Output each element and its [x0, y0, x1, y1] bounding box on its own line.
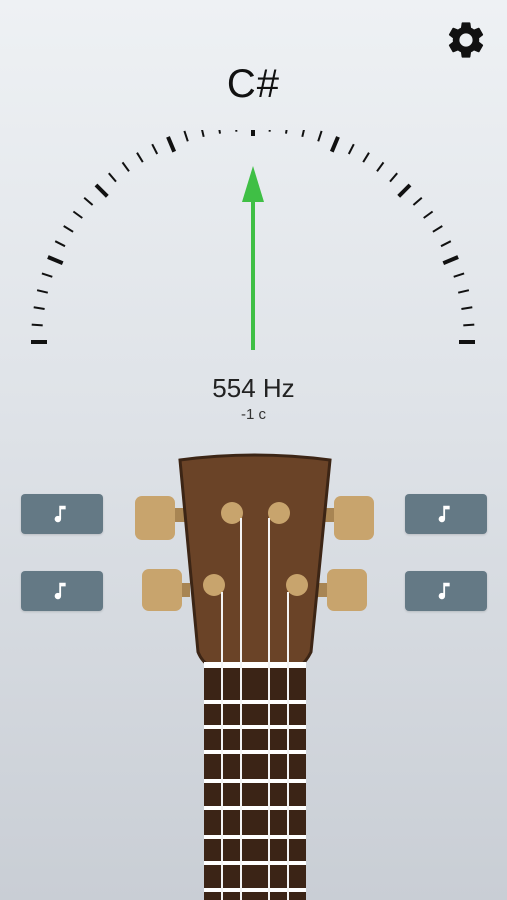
fret	[204, 835, 306, 839]
string-post	[221, 502, 243, 524]
gauge-minor-tick	[285, 130, 288, 134]
gauge-minor-tick	[31, 323, 43, 327]
fret	[204, 725, 306, 729]
gauge-minor-tick	[453, 272, 465, 278]
gauge-minor-tick	[461, 306, 473, 310]
note-name: C#	[226, 62, 281, 106]
tuning-peg-upper-left	[135, 496, 186, 540]
gauge-minor-tick	[440, 240, 452, 248]
tuning-peg-lower-left	[142, 569, 190, 611]
gauge-minor-tick	[151, 143, 159, 155]
gauge-minor-tick	[389, 172, 398, 183]
gauge-minor-tick	[457, 289, 470, 294]
gauge-minor-tick	[317, 130, 323, 142]
cents-readout: -1 c	[240, 406, 266, 423]
gauge-minor-tick	[108, 172, 117, 183]
gauge-major-tick	[166, 136, 177, 153]
gauge-minor-tick	[201, 130, 205, 138]
gauge-minor-tick	[301, 130, 305, 138]
gauge-minor-tick	[218, 130, 221, 134]
gear-icon	[448, 22, 484, 58]
gauge-minor-tick	[63, 225, 74, 233]
gauge-minor-tick	[136, 152, 144, 163]
gauge-minor-tick	[412, 197, 423, 206]
gauge-major-tick	[397, 183, 412, 198]
fret	[204, 806, 306, 810]
tuning-peg-upper-right	[322, 496, 374, 540]
tuning-peg-lower-right	[318, 569, 367, 611]
tuning-needle	[242, 166, 264, 350]
gauge-minor-tick	[376, 161, 385, 172]
gauge-minor-tick	[362, 152, 370, 163]
fret	[204, 779, 306, 783]
nut	[204, 662, 306, 668]
frequency-readout: 554 Hz	[212, 373, 295, 403]
gauge-major-tick	[329, 136, 340, 153]
gauge-minor-tick	[121, 161, 130, 172]
fret	[204, 888, 306, 892]
string-post	[268, 502, 290, 524]
gauge-minor-tick	[33, 306, 45, 310]
needle-arrow	[242, 166, 264, 202]
gauge-minor-tick	[36, 289, 49, 294]
settings-button[interactable]	[444, 18, 488, 62]
gauge-major-tick	[47, 255, 64, 266]
gauge-minor-tick	[347, 143, 355, 155]
gauge-minor-tick	[83, 197, 94, 206]
gauge-minor-tick	[463, 323, 475, 327]
gauge-minor-tick	[41, 272, 53, 278]
tuning-gauge	[31, 130, 475, 350]
gauge-minor-tick	[54, 240, 66, 248]
headstock-body	[178, 453, 332, 668]
fret	[204, 861, 306, 865]
gauge-minor-tick	[423, 210, 434, 219]
fret	[204, 700, 306, 704]
gauge-minor-tick	[72, 210, 83, 219]
gauge-minor-tick	[235, 130, 238, 132]
fret	[204, 750, 306, 754]
gauge-minor-tick	[268, 130, 271, 132]
ukulele-headstock	[135, 453, 374, 900]
gauge-minor-tick	[432, 225, 443, 233]
gauge-major-tick	[94, 183, 109, 198]
gauge-major-tick	[442, 255, 459, 266]
string-post	[286, 574, 308, 596]
gauge-minor-tick	[183, 130, 189, 142]
